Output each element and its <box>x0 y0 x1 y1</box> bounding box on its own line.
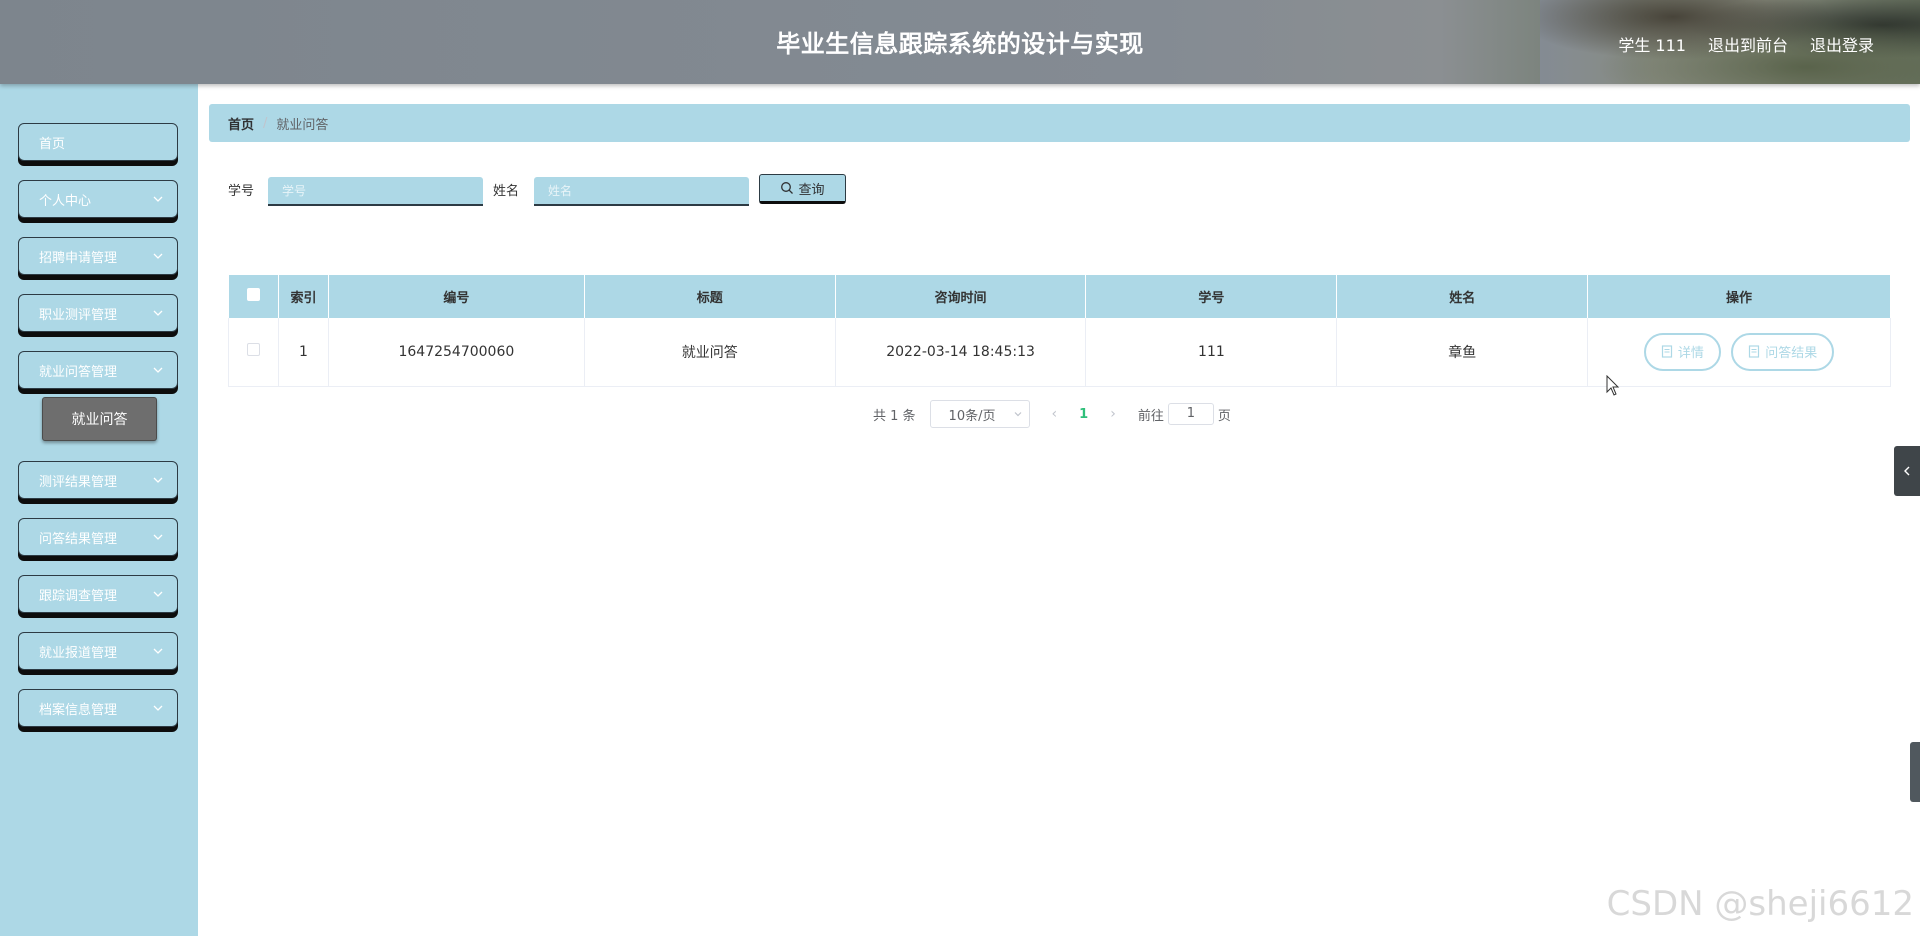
submenu-item-employment-qa[interactable]: 就业问答 <box>42 397 157 441</box>
sidebar-item-personal-center[interactable]: 个人中心 <box>18 180 178 218</box>
sidebar-item-label: 就业问答管理 <box>39 364 118 380</box>
name-input[interactable] <box>534 177 749 206</box>
student-id-input[interactable] <box>268 177 483 206</box>
row-select-cell <box>228 318 279 387</box>
table-header-row: 索引 编号 标题 咨询时间 学号 姓名 操作 <box>228 275 1891 318</box>
next-page-button[interactable]: › <box>1110 406 1116 422</box>
sidebar-item-label: 就业报道管理 <box>39 645 118 661</box>
chevron-left-icon <box>1904 466 1910 476</box>
chevron-down-icon <box>153 196 163 202</box>
floating-widget-handle[interactable] <box>1910 742 1920 802</box>
query-button[interactable]: 查询 <box>759 174 846 204</box>
breadcrumb-home[interactable]: 首页 <box>228 114 254 133</box>
pagination: 共 1 条 10条/页 ‹ 1 › 前往 1 页 <box>873 400 1231 428</box>
mouse-cursor-icon <box>1606 375 1620 396</box>
cell-number: 1647254700060 <box>328 318 585 387</box>
sidebar-item-label: 招聘申请管理 <box>39 250 118 266</box>
chevron-down-icon <box>1014 412 1021 417</box>
top-header: 毕业生信息跟踪系统的设计与实现 学生 111 退出到前台 退出登录 <box>0 0 1920 84</box>
header-links: 学生 111 退出到前台 退出登录 <box>1618 32 1874 56</box>
cell-actions: 详情 问答结果 <box>1587 318 1891 387</box>
page-size-select[interactable]: 10条/页 <box>929 400 1030 428</box>
sidebar-item-archive-info[interactable]: 档案信息管理 <box>18 689 178 727</box>
chevron-down-icon <box>153 705 163 711</box>
cell-index: 1 <box>278 318 329 387</box>
cell-title: 就业问答 <box>584 318 836 387</box>
breadcrumb: 首页 / 就业问答 <box>209 104 1910 142</box>
chevron-down-icon <box>153 253 163 259</box>
document-icon <box>1749 345 1760 358</box>
goto-prefix: 前往 <box>1137 408 1164 424</box>
sidebar-item-label: 首页 <box>39 136 66 152</box>
column-header: 标题 <box>584 275 836 318</box>
sidebar-item-home[interactable]: 首页 <box>18 123 178 161</box>
column-header: 编号 <box>328 275 585 318</box>
sidebar-item-label: 个人中心 <box>39 193 92 209</box>
query-button-label: 查询 <box>798 182 825 198</box>
sidebar-item-recruitment[interactable]: 招聘申请管理 <box>18 237 178 275</box>
detail-button[interactable]: 详情 <box>1643 332 1721 371</box>
sidebar-item-employment-report[interactable]: 就业报道管理 <box>18 632 178 670</box>
sidebar-item-tracking-survey[interactable]: 跟踪调查管理 <box>18 575 178 613</box>
prev-page-button[interactable]: ‹ <box>1052 406 1058 422</box>
current-user-label[interactable]: 学生 111 <box>1618 32 1686 56</box>
chevron-down-icon <box>153 591 163 597</box>
cell-name: 章鱼 <box>1336 318 1589 387</box>
qa-table: 索引 编号 标题 咨询时间 学号 姓名 操作 1 1647254700060 就… <box>228 275 1891 387</box>
column-header: 操作 <box>1587 275 1891 318</box>
goto-suffix: 页 <box>1217 408 1231 424</box>
breadcrumb-separator: / <box>263 115 268 131</box>
student-id-label: 学号 <box>228 184 255 199</box>
select-all-cell <box>228 275 279 318</box>
sidebar-item-career-assessment[interactable]: 职业测评管理 <box>18 294 178 332</box>
chevron-down-icon <box>153 477 163 483</box>
breadcrumb-current: 就业问答 <box>276 117 329 133</box>
exit-to-front-link[interactable]: 退出到前台 <box>1708 32 1788 56</box>
sidebar-item-label: 跟踪调查管理 <box>39 588 118 604</box>
sidebar: 首页 个人中心 招聘申请管理 职业测评管理 就业问答管理 就业问答 测评结果管理… <box>0 84 198 936</box>
cell-student-id: 111 <box>1085 318 1338 387</box>
sidebar-item-assessment-results[interactable]: 测评结果管理 <box>18 461 178 499</box>
sidebar-item-employment-qa[interactable]: 就业问答管理 <box>18 351 178 389</box>
search-icon <box>781 182 794 194</box>
page-size-value: 10条/页 <box>948 408 996 424</box>
column-header: 姓名 <box>1336 275 1589 318</box>
sidebar-item-qa-results[interactable]: 问答结果管理 <box>18 518 178 556</box>
sidebar-item-label: 测评结果管理 <box>39 474 118 490</box>
chevron-down-icon <box>153 534 163 540</box>
goto-page-input[interactable]: 1 <box>1167 403 1214 425</box>
logout-link[interactable]: 退出登录 <box>1810 32 1874 56</box>
page-number[interactable]: 1 <box>1079 407 1088 422</box>
submenu-item-label: 就业问答 <box>71 412 128 428</box>
column-header: 索引 <box>278 275 329 318</box>
sidebar-item-label: 档案信息管理 <box>39 702 118 718</box>
document-icon <box>1661 345 1672 358</box>
column-header: 咨询时间 <box>835 275 1087 318</box>
cell-time: 2022-03-14 18:45:13 <box>835 318 1087 387</box>
sidebar-item-label: 问答结果管理 <box>39 531 118 547</box>
chevron-down-icon <box>153 367 163 373</box>
collapse-panel-tab[interactable] <box>1894 446 1920 496</box>
qa-result-button-label: 问答结果 <box>1765 346 1818 362</box>
total-count: 共 1 条 <box>873 408 916 424</box>
row-checkbox[interactable] <box>246 343 260 357</box>
select-all-checkbox[interactable] <box>246 288 260 301</box>
qa-result-button[interactable]: 问答结果 <box>1731 332 1835 371</box>
column-header: 学号 <box>1085 275 1338 318</box>
table-row: 1 1647254700060 就业问答 2022-03-14 18:45:13… <box>228 318 1891 387</box>
sidebar-item-label: 职业测评管理 <box>39 307 118 323</box>
detail-button-label: 详情 <box>1677 346 1704 362</box>
name-label: 姓名 <box>493 184 520 199</box>
chevron-down-icon <box>153 648 163 654</box>
watermark: CSDN @sheji6612 <box>1606 884 1914 924</box>
chevron-down-icon <box>153 310 163 316</box>
